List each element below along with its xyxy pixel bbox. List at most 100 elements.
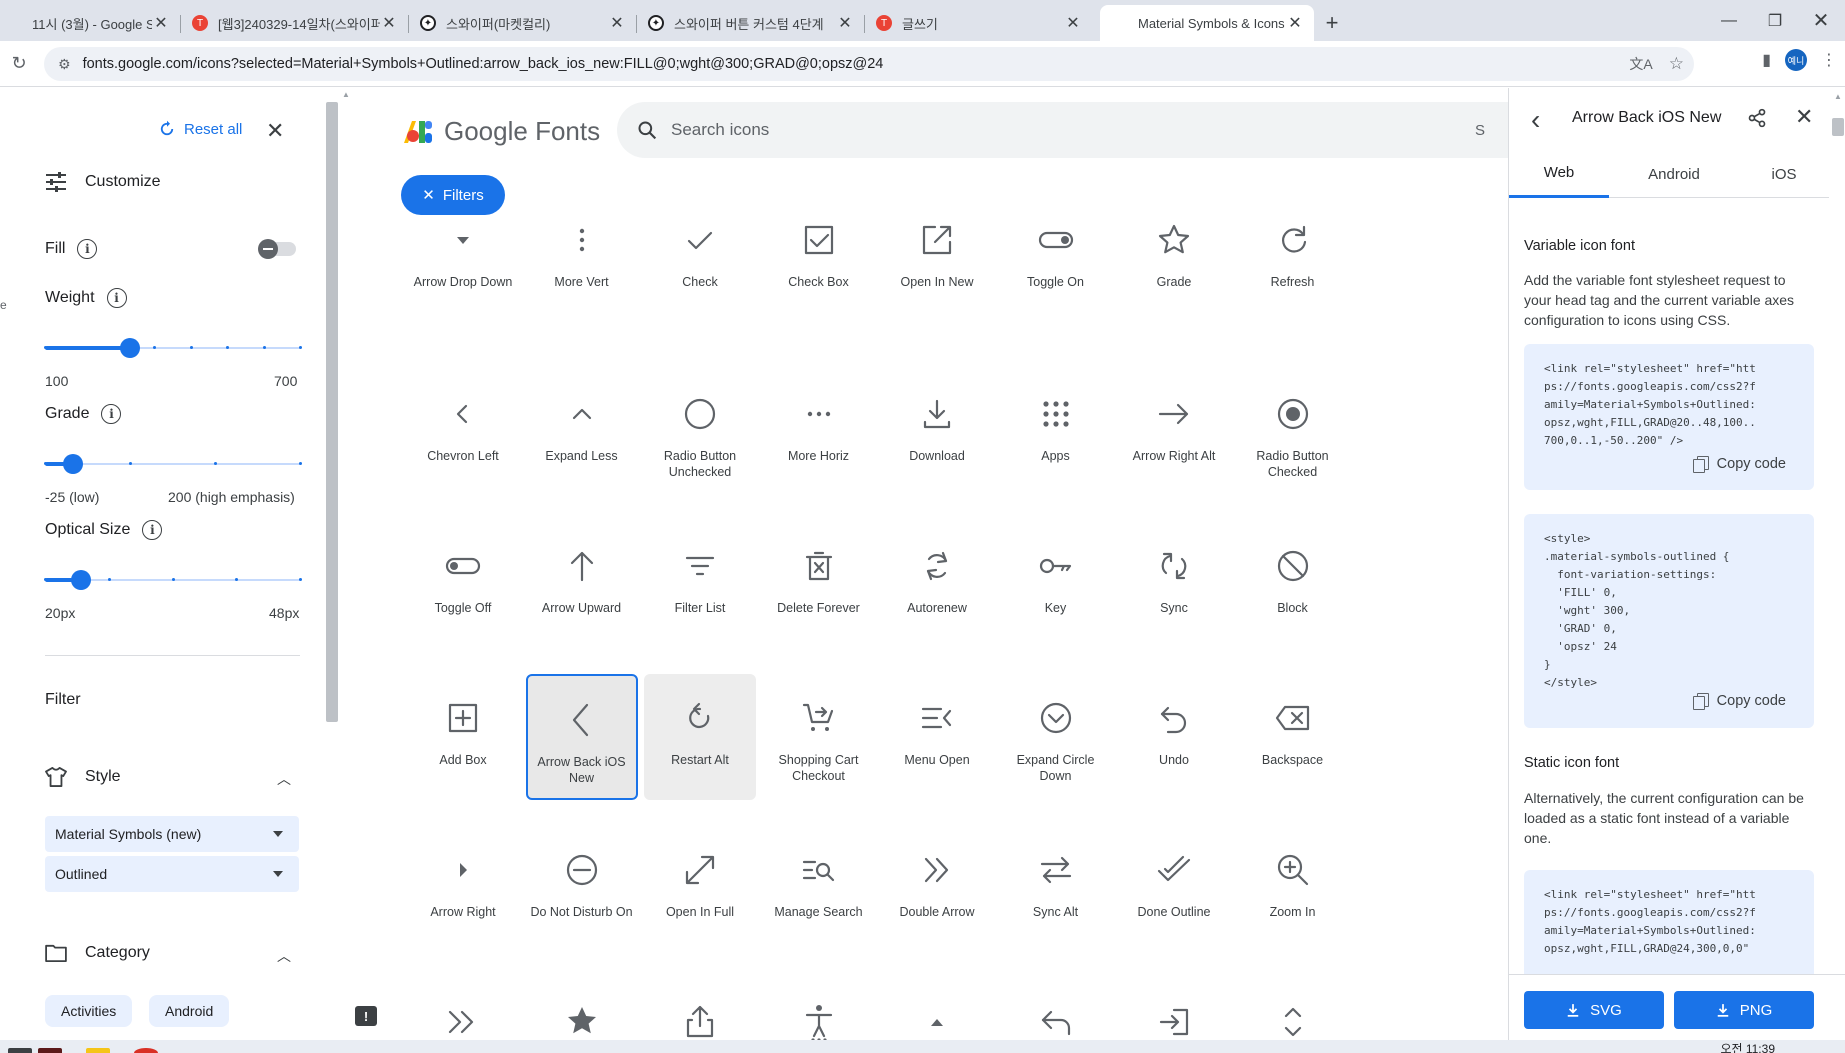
- browser-tab[interactable]: 11시 (3월) - Google Sheets✕: [0, 5, 180, 41]
- icon-search[interactable]: Search icons: [617, 102, 1508, 158]
- icon-cell[interactable]: Arrow Right: [407, 826, 519, 952]
- icon-cell[interactable]: Check: [644, 196, 756, 322]
- icon-cell[interactable]: Grade: [1118, 196, 1230, 322]
- icon-cell[interactable]: Block: [1237, 522, 1349, 648]
- fill-toggle[interactable]: [258, 239, 296, 259]
- grade-slider[interactable]: [44, 454, 302, 474]
- icon-cell[interactable]: Menu Open: [881, 674, 993, 800]
- icon-cell[interactable]: [881, 978, 993, 1045]
- icon-cell[interactable]: Manage Search: [763, 826, 875, 952]
- chip-android[interactable]: Android: [149, 995, 230, 1027]
- tab-close-icon[interactable]: ✕: [380, 13, 398, 33]
- tab-close-icon[interactable]: ✕: [836, 13, 854, 33]
- icon-cell[interactable]: Apps: [1000, 370, 1112, 496]
- taskbar-app-icon[interactable]: [134, 1048, 158, 1053]
- scroll-up-arrow[interactable]: ▲: [1834, 92, 1842, 101]
- icon-cell[interactable]: Refresh: [1237, 196, 1349, 322]
- back-icon[interactable]: ‹: [1531, 104, 1540, 136]
- browser-tab[interactable]: Material Symbols & Icons - Go✕: [1100, 5, 1314, 41]
- weight-slider[interactable]: [44, 338, 302, 358]
- tab-web[interactable]: Web: [1509, 150, 1609, 198]
- left-scrollbar[interactable]: [326, 102, 338, 722]
- icon-cell[interactable]: Expand Circle Down: [1000, 674, 1112, 800]
- icon-cell[interactable]: Key: [1000, 522, 1112, 648]
- tab-close-icon[interactable]: ✕: [608, 13, 626, 33]
- icon-cell[interactable]: Toggle Off: [407, 522, 519, 648]
- address-bar[interactable]: ⚙ fonts.google.com/icons?selected=Materi…: [44, 47, 1694, 81]
- variant-select[interactable]: Outlined: [45, 856, 299, 892]
- code-static[interactable]: <link rel="stylesheet" href="htt ps://fo…: [1544, 886, 1794, 958]
- icon-cell[interactable]: Radio Button Checked: [1237, 370, 1349, 496]
- icon-cell[interactable]: Do Not Disturb On: [526, 826, 638, 952]
- icon-cell[interactable]: Arrow Back iOS New: [525, 674, 638, 800]
- browser-tab[interactable]: ✦ 스와이퍼 버튼 커스텀 4단계 ✕: [636, 5, 864, 41]
- download-svg-button[interactable]: SVG: [1524, 991, 1664, 1029]
- icon-cell[interactable]: Delete Forever: [763, 522, 875, 648]
- taskbar-app-icon[interactable]: [86, 1048, 110, 1053]
- search-option-label[interactable]: S: [1475, 122, 1485, 139]
- style-heading[interactable]: Style: [45, 767, 121, 787]
- close-panel-icon[interactable]: ✕: [266, 118, 284, 144]
- tab-close-icon[interactable]: ✕: [1286, 13, 1304, 33]
- bookmark-star-icon[interactable]: ☆: [1669, 54, 1684, 74]
- side-panel-icon[interactable]: ▮: [1762, 50, 1771, 70]
- grade-info-icon[interactable]: i: [101, 404, 122, 424]
- icon-cell[interactable]: More Vert: [526, 196, 638, 322]
- scroll-up-arrow[interactable]: ▲: [342, 90, 350, 99]
- icon-cell[interactable]: Filter List: [644, 522, 756, 648]
- share-icon[interactable]: [1747, 108, 1767, 133]
- translate-icon[interactable]: 文A: [1629, 54, 1652, 74]
- weight-info-icon[interactable]: i: [106, 288, 127, 308]
- slider-thumb[interactable]: [120, 338, 140, 358]
- category-heading[interactable]: Category: [45, 944, 150, 962]
- taskbar-app-icon[interactable]: [38, 1048, 62, 1053]
- reset-all-button[interactable]: Reset all: [158, 120, 242, 138]
- icon-cell[interactable]: Arrow Right Alt: [1118, 370, 1230, 496]
- browser-tab[interactable]: T 글쓰기 ✕: [864, 5, 1092, 41]
- tab-close-icon[interactable]: ✕: [152, 13, 170, 33]
- icon-cell[interactable]: Undo: [1118, 674, 1230, 800]
- slider-thumb[interactable]: [63, 454, 84, 474]
- icon-cell[interactable]: Shopping Cart Checkout: [763, 674, 875, 800]
- google-fonts-logo[interactable]: Google Fonts: [402, 116, 600, 147]
- icon-cell[interactable]: Add Box: [407, 674, 519, 800]
- feedback-icon[interactable]: !: [355, 1006, 377, 1026]
- icon-cell[interactable]: Backspace: [1237, 674, 1349, 800]
- optical-size-info-icon[interactable]: i: [142, 520, 163, 540]
- icon-cell[interactable]: Check Box: [763, 196, 875, 322]
- site-info-icon[interactable]: ⚙: [58, 56, 71, 73]
- icon-cell[interactable]: [407, 978, 519, 1045]
- browser-tab[interactable]: ✦ 스와이퍼(마켓컬리) ✕: [408, 5, 636, 41]
- browser-tab[interactable]: T [웹3]240329-14일차(스와이퍼 ✕: [180, 5, 408, 41]
- icon-cell[interactable]: Autorenew: [881, 522, 993, 648]
- slider-track[interactable]: [73, 463, 300, 465]
- icon-cell[interactable]: Double Arrow: [881, 826, 993, 952]
- slider-track[interactable]: [81, 579, 300, 581]
- chip-activities[interactable]: Activities: [45, 995, 133, 1027]
- browser-menu-icon[interactable]: ⋮: [1821, 50, 1837, 70]
- copy-code-button-2[interactable]: Copy code: [1692, 693, 1786, 710]
- icon-cell[interactable]: Toggle On: [1000, 196, 1112, 322]
- icon-cell[interactable]: Chevron Left: [407, 370, 519, 496]
- tab-android[interactable]: Android: [1619, 150, 1729, 198]
- icon-cell[interactable]: [644, 978, 756, 1045]
- icon-cell[interactable]: Open In New: [881, 196, 993, 322]
- style-select[interactable]: Material Symbols (new): [45, 816, 299, 852]
- icon-cell[interactable]: Radio Button Unchecked: [644, 370, 756, 496]
- new-tab-button[interactable]: +: [1314, 5, 1350, 41]
- icon-cell[interactable]: [763, 978, 875, 1045]
- icon-cell[interactable]: Restart Alt: [644, 674, 756, 800]
- taskbar-app-icon[interactable]: [8, 1048, 32, 1053]
- icon-cell[interactable]: Sync: [1118, 522, 1230, 648]
- restore-icon[interactable]: ❐: [1752, 0, 1798, 41]
- tab-close-icon[interactable]: ✕: [1064, 13, 1082, 33]
- style-collapse-icon[interactable]: ︿: [277, 769, 291, 789]
- icon-cell[interactable]: [1000, 978, 1112, 1045]
- icon-cell[interactable]: Arrow Drop Down: [407, 196, 519, 322]
- right-scrollbar[interactable]: [1832, 118, 1844, 136]
- icon-cell[interactable]: Arrow Upward: [526, 522, 638, 648]
- code-stylesheet[interactable]: <link rel="stylesheet" href="htt ps://fo…: [1544, 360, 1794, 450]
- tab-ios[interactable]: iOS: [1739, 150, 1829, 198]
- icon-cell[interactable]: Zoom In: [1237, 826, 1349, 952]
- download-png-button[interactable]: PNG: [1674, 991, 1814, 1029]
